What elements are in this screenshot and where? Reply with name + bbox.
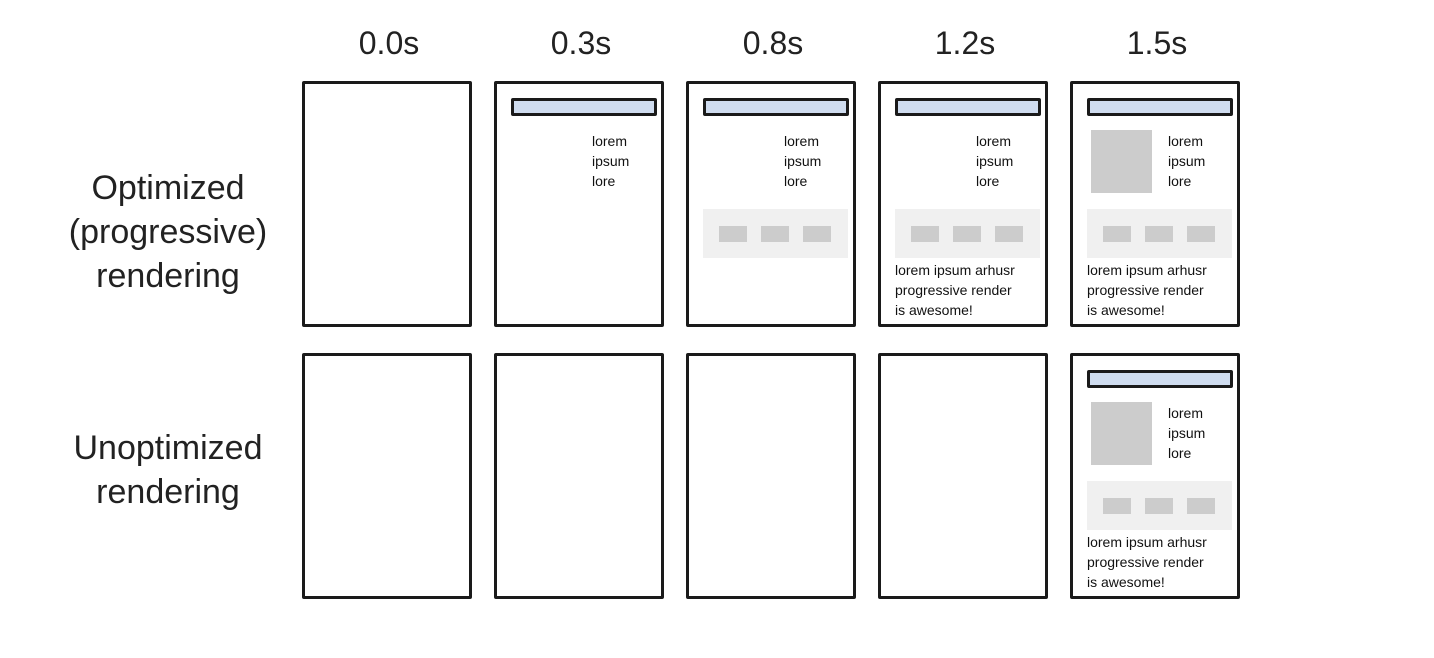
time-label-1: 0.3s: [550, 25, 612, 61]
side-text: lorem ipsum lore: [784, 133, 822, 189]
side-text: lorem ipsum lore: [976, 133, 1014, 189]
page-frame: [494, 353, 664, 599]
nav-chip: [719, 226, 747, 242]
header-bar: [895, 98, 1041, 116]
paragraph-text: lorem ipsum arhusr progressive render is…: [895, 262, 1015, 318]
image-placeholder: [1091, 130, 1152, 193]
header-bar: [1087, 98, 1233, 116]
nav-chip: [1103, 498, 1131, 514]
nav-chip: [1103, 226, 1131, 242]
side-text: lorem ipsum lore: [1168, 133, 1206, 189]
image-placeholder: [1091, 402, 1152, 465]
nav-chip: [995, 226, 1023, 242]
row-label-optimized: Optimized (progressive) rendering: [68, 169, 268, 295]
nav-chip: [911, 226, 939, 242]
nav-chip: [1145, 226, 1173, 242]
page-frame: lorem ipsum lore lorem ipsum arhusr progr…: [878, 81, 1048, 327]
time-label-0: 0.0s: [358, 25, 420, 61]
row-label-unoptimized: Unoptimized rendering: [73, 429, 263, 511]
header-bar: [703, 98, 849, 116]
nav-chip: [803, 226, 831, 242]
time-label-3: 1.2s: [934, 25, 996, 61]
page-frame: lorem ipsum lore lorem ipsum arhusr progr…: [1070, 353, 1240, 599]
time-label-2: 0.8s: [742, 25, 804, 61]
paragraph-text: lorem ipsum arhusr progressive render is…: [1087, 534, 1207, 590]
header-bar: [511, 98, 657, 116]
page-frame: [686, 353, 856, 599]
nav-chip: [1187, 498, 1215, 514]
nav-chip: [953, 226, 981, 242]
header-bar: [1087, 370, 1233, 388]
time-label-4: 1.5s: [1126, 25, 1188, 61]
nav-band: [1087, 209, 1232, 258]
nav-band: [1087, 481, 1232, 530]
nav-band: [703, 209, 848, 258]
nav-chip: [1187, 226, 1215, 242]
page-frame: lorem ipsum lore: [494, 81, 664, 327]
page-frame: lorem ipsum lore: [686, 81, 856, 327]
page-frame: [302, 353, 472, 599]
page-frame: [302, 81, 472, 327]
nav-chip: [1145, 498, 1173, 514]
nav-chip: [761, 226, 789, 242]
paragraph-text: lorem ipsum arhusr progressive render is…: [1087, 262, 1207, 318]
nav-band: [895, 209, 1040, 258]
page-frame: [878, 353, 1048, 599]
side-text: lorem ipsum lore: [592, 133, 630, 189]
page-frame: lorem ipsum lore lorem ipsum arhusr progr…: [1070, 81, 1240, 327]
side-text: lorem ipsum lore: [1168, 405, 1206, 461]
